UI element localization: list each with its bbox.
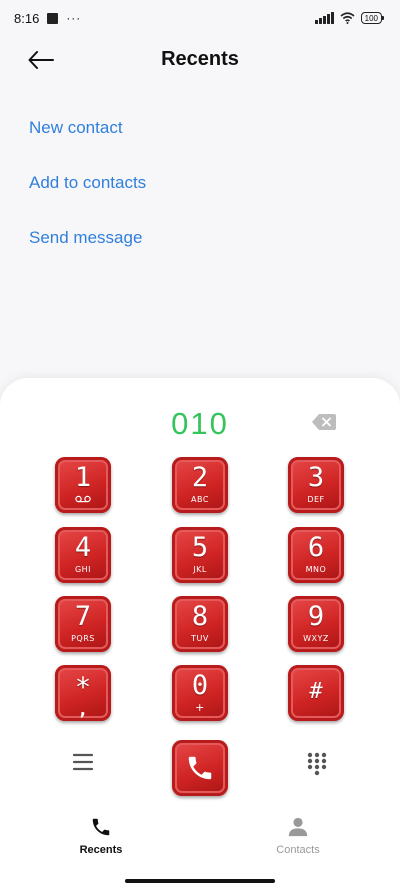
person-icon — [288, 817, 308, 837]
hamburger-menu-icon — [72, 753, 94, 771]
page-title: Recents — [161, 48, 239, 70]
contact-options: New contact Add to contacts Send message — [29, 110, 146, 275]
key-digit: 7 — [74, 601, 92, 632]
key-digit: * — [74, 672, 92, 703]
key-digit: 6 — [307, 532, 325, 563]
key-5[interactable]: 5 JKL — [172, 527, 228, 583]
key-digit: 0 — [191, 670, 209, 701]
key-star[interactable]: * , — [55, 665, 111, 721]
status-time: 8:16 — [14, 10, 40, 26]
key-letters: ABC — [191, 495, 209, 504]
key-digit: 4 — [74, 532, 92, 563]
key-letters: TUV — [191, 634, 209, 643]
status-left: 8:16 ··· — [14, 11, 81, 26]
new-contact-link[interactable]: New contact — [29, 110, 146, 165]
key-letters: DEF — [307, 495, 325, 504]
key-7[interactable]: 7 PQRS — [55, 596, 111, 652]
status-bar: 8:16 ··· 100 — [0, 0, 400, 36]
key-digit: 8 — [191, 601, 209, 632]
key-letters: JKL — [193, 565, 207, 574]
voicemail-icon — [75, 495, 91, 503]
key-digit: 9 — [307, 601, 325, 632]
key-1[interactable]: 1 — [55, 457, 111, 513]
key-4[interactable]: 4 GHI — [55, 527, 111, 583]
key-9[interactable]: 9 WXYZ — [288, 596, 344, 652]
key-0[interactable]: 0 + — [172, 665, 228, 721]
key-letters: + — [195, 701, 205, 714]
tab-contacts-label: Contacts — [276, 844, 320, 856]
tab-contacts[interactable]: Contacts — [238, 816, 358, 856]
key-8[interactable]: 8 TUV — [172, 596, 228, 652]
send-message-link[interactable]: Send message — [29, 220, 146, 275]
add-to-contacts-link[interactable]: Add to contacts — [29, 165, 146, 220]
notification-square-icon — [47, 12, 59, 24]
signal-icon — [315, 12, 334, 24]
more-notifications-icon: ··· — [66, 11, 82, 25]
call-button[interactable] — [172, 740, 228, 796]
menu-button[interactable] — [72, 752, 94, 774]
key-letters: MNO — [305, 565, 327, 574]
tab-recents[interactable]: Recents — [41, 816, 161, 856]
backspace-icon — [312, 414, 336, 430]
backspace-button[interactable] — [312, 414, 338, 432]
key-digit: # — [309, 679, 323, 704]
wifi-icon — [340, 12, 355, 24]
tab-recents-label: Recents — [79, 844, 123, 856]
phone-icon — [92, 818, 110, 836]
dialpad-toggle-button[interactable] — [306, 752, 328, 776]
battery-icon: 100 — [360, 12, 385, 24]
key-digit: 3 — [307, 462, 325, 493]
key-letters: WXYZ — [303, 634, 329, 643]
status-right: 100 — [315, 12, 385, 24]
key-3[interactable]: 3 DEF — [288, 457, 344, 513]
key-6[interactable]: 6 MNO — [288, 527, 344, 583]
key-2[interactable]: 2 ABC — [172, 457, 228, 513]
key-letters: PQRS — [71, 634, 95, 643]
key-hash[interactable]: # — [288, 665, 344, 721]
dialpad-panel: 010 1 2 ABC 3 DEF 4 GHI 5 JKL 6 MNO 7 PQ… — [0, 378, 400, 889]
key-digit: 5 — [191, 532, 209, 563]
header: Recents — [0, 38, 400, 82]
key-digit: 1 — [74, 462, 92, 493]
dialpad-grid-icon — [307, 752, 327, 776]
home-indicator[interactable] — [125, 879, 275, 883]
phone-icon — [188, 756, 212, 780]
dialed-number: 010 — [171, 406, 229, 441]
key-digit: 2 — [191, 462, 209, 493]
key-letters: GHI — [74, 565, 92, 574]
key-letters: , — [79, 700, 87, 719]
